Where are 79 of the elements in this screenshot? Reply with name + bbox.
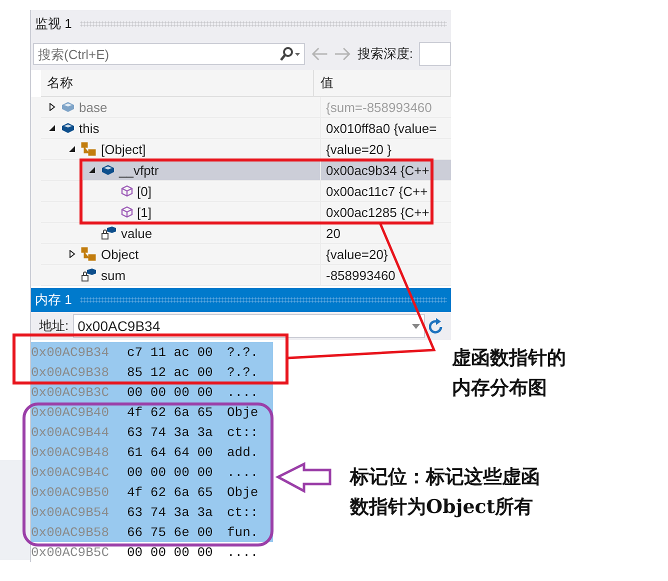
variable-name: base (79, 100, 108, 114)
memory-bytes: 00 00 00 00 (127, 384, 214, 400)
memory-text: Obje (227, 484, 258, 500)
variable-name: [1] (137, 204, 152, 220)
annotation-text: 标记位：标记这些虚函数指针为Object所有 (350, 465, 541, 520)
memory-bytes: 4f 62 6a 65 (127, 404, 214, 420)
memory-address: 0x00AC9B54 (31, 504, 110, 520)
memory-address: 0x00AC9B40 (31, 404, 110, 420)
variable-value: {value=20} (325, 246, 389, 264)
memory-address: 0x00AC9B44 (31, 424, 110, 440)
memory-text: ct:: (227, 424, 258, 440)
memory-bytes: 00 00 00 00 (127, 544, 214, 560)
variable-value: {sum=-858993460 (325, 98, 433, 117)
memory-address: 0x00AC9B3C (31, 384, 110, 400)
memory-address: 0x00AC9B4C (31, 464, 110, 480)
collapsed-arrow-icon[interactable] (48, 103, 56, 111)
memory-bytes: 00 00 00 00 (127, 464, 214, 480)
left-arrow (275, 462, 332, 494)
address-field[interactable]: 0x00AC9B34 (72, 314, 425, 338)
annotation-text: 虚函数指针的内存分布图 (452, 346, 567, 401)
variable-value: -858993460 (325, 266, 396, 284)
column-header[interactable]: 值 (314, 70, 451, 96)
memory-bytes: 63 74 3a 3a (127, 424, 214, 440)
memory-bytes: 63 74 3a 3a (127, 504, 214, 520)
variable-name: this (79, 120, 100, 136)
memory-address: 0x00AC9B58 (31, 524, 110, 540)
memory-text: ?.?. (227, 344, 258, 360)
memory-text: .... (227, 544, 258, 560)
expanded-arrow-icon[interactable] (88, 166, 96, 174)
memory-address: 0x00AC9B50 (31, 484, 110, 500)
hierarchy-icon (81, 142, 97, 156)
memory-text: ct:: (227, 504, 258, 520)
memory-address: 0x00AC9B5C (31, 544, 110, 560)
variable-name: value (121, 226, 152, 240)
variable-value: 0x010ff8a0 {value= (325, 120, 438, 138)
memory-address: 0x00AC9B38 (31, 364, 110, 380)
collapsed-arrow-icon[interactable] (68, 250, 76, 258)
expanded-arrow-icon[interactable] (68, 145, 76, 153)
dropdown-icon[interactable] (412, 324, 420, 328)
class-icon (101, 164, 115, 176)
window-title: 内存 1 (35, 291, 72, 309)
search-depth-label: 搜索深度: (357, 45, 413, 63)
variable-name: Object (101, 246, 139, 262)
search-depth-field[interactable] (419, 42, 451, 66)
cube-icon (121, 206, 133, 218)
variable-name: [Object] (101, 142, 146, 156)
variable-name: __vfptr (119, 162, 159, 178)
memory-text: add. (227, 444, 258, 460)
memory-bytes: c7 11 ac 00 (127, 344, 214, 360)
memory-bytes: 85 12 ac 00 (127, 364, 214, 380)
class-icon (61, 122, 75, 134)
search-field[interactable]: 搜索(Ctrl+E) (33, 43, 305, 65)
locked-field-icon (101, 226, 117, 240)
refresh-icon[interactable] (428, 318, 443, 334)
class-icon (61, 101, 75, 113)
memory-bytes: 61 64 64 00 (127, 444, 214, 460)
memory-address: 0x00AC9B34 (31, 344, 110, 360)
expanded-arrow-icon[interactable] (48, 124, 56, 132)
hierarchy-icon (81, 247, 97, 261)
locked-field-icon (81, 268, 97, 282)
column-header[interactable]: 名称 (41, 70, 314, 96)
variable-value: 0x00ac11c7 {C++ (325, 182, 429, 201)
memory-text: fun. (227, 524, 258, 540)
memory-text: ?.?. (227, 364, 258, 380)
memory-text: .... (227, 464, 258, 480)
memory-text: .... (227, 384, 258, 400)
memory-text: Obje (227, 404, 258, 420)
window-title: 监视 1 (35, 15, 72, 33)
address-label: 地址: (39, 317, 69, 335)
memory-bytes: 66 75 6e 00 (127, 524, 214, 540)
variable-name: [0] (137, 184, 152, 198)
variable-value: 20 (325, 224, 342, 242)
variable-value: {value=20 } (325, 140, 392, 159)
memory-bytes: 4f 62 6a 65 (127, 484, 214, 500)
cube-icon (121, 185, 133, 197)
variable-value: 0x00ac1285 {C++ (325, 204, 430, 222)
search-icon[interactable] (279, 47, 301, 61)
variable-name: sum (101, 268, 126, 282)
memory-address: 0x00AC9B48 (31, 444, 110, 460)
